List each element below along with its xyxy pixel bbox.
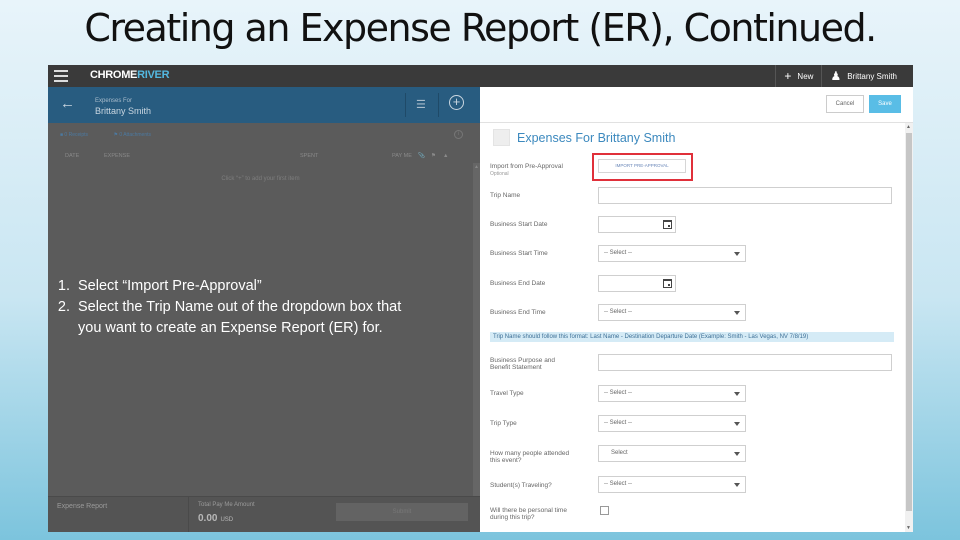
- end-date-label: Business End Date: [490, 280, 546, 287]
- submit-button[interactable]: Submit: [336, 503, 468, 521]
- top-bar: CHROMERIVER + New ♟ Brittany Smith: [48, 65, 913, 87]
- cancel-button[interactable]: Cancel: [826, 95, 864, 113]
- chrome-river-app: CHROMERIVER + New ♟ Brittany Smith ← Exp…: [48, 65, 913, 532]
- app-logo: CHROMERIVER: [90, 69, 170, 81]
- chevron-down-icon: [734, 311, 740, 315]
- attendees-select[interactable]: Select: [598, 445, 746, 462]
- new-button[interactable]: + New: [776, 65, 821, 87]
- chevron-down-icon: [734, 392, 740, 396]
- form-title: Expenses For Brittany Smith: [517, 131, 676, 145]
- end-date-input[interactable]: [598, 275, 676, 292]
- trip-type-select[interactable]: -- Select --: [598, 415, 746, 432]
- paperclip-icon: 📎: [418, 153, 425, 159]
- attendees-label: How many people attended this event?: [490, 450, 570, 464]
- menu-icon[interactable]: [54, 70, 68, 82]
- scroll-thumb[interactable]: [906, 133, 912, 511]
- start-time-select[interactable]: -- Select --: [598, 245, 746, 262]
- start-time-label: Business Start Time: [490, 250, 548, 257]
- expense-list-header: ← Expenses For Brittany Smith ☰ +: [48, 87, 480, 123]
- students-label: Student(s) Traveling?: [490, 482, 552, 489]
- add-expense-icon[interactable]: +: [449, 95, 464, 110]
- end-time-label: Business End Time: [490, 309, 546, 316]
- col-spent[interactable]: SPENT: [300, 153, 318, 159]
- trip-name-format-note: Trip Name should follow this format: Las…: [490, 332, 894, 342]
- receipts-filter[interactable]: ■ 0 Receipts: [60, 132, 100, 138]
- col-date[interactable]: DATE: [65, 153, 79, 159]
- attachments-filter[interactable]: ⚑ 0 Attachments: [113, 132, 163, 138]
- travel-type-label: Travel Type: [490, 390, 524, 397]
- info-icon[interactable]: i: [454, 130, 463, 139]
- chevron-down-icon: [734, 252, 740, 256]
- save-button[interactable]: Save: [869, 95, 901, 113]
- start-date-input[interactable]: [598, 216, 676, 233]
- form-action-bar: Cancel Save: [480, 87, 913, 123]
- instructions-list: Select “Import Pre-Approval” Select the …: [48, 276, 406, 339]
- expense-form-panel: Cancel Save Expenses For Brittany Smith …: [480, 87, 913, 532]
- col-pay-me[interactable]: PAY ME: [392, 153, 412, 159]
- scroll-up-icon[interactable]: ▲: [906, 124, 911, 130]
- import-label: Import from Pre-Approval Optional: [490, 163, 563, 177]
- expense-report-footer: Expense Report Total Pay Me Amount 0.00 U…: [48, 496, 480, 532]
- receipt-filters: ■ 0 Receipts ⚑ 0 Attachments: [60, 132, 175, 138]
- highlight-box: [592, 153, 693, 181]
- scroll-down-icon[interactable]: ▼: [906, 525, 911, 531]
- instruction-step-2: Select the Trip Name out of the dropdown…: [74, 297, 406, 339]
- expense-report-label: Expense Report: [57, 503, 108, 510]
- left-scrollbar[interactable]: ▲: [473, 163, 480, 532]
- chevron-down-icon: [734, 422, 740, 426]
- personal-time-checkbox[interactable]: [600, 506, 609, 515]
- header-subtitle: Expenses For: [95, 98, 133, 104]
- students-select[interactable]: -- Select --: [598, 476, 746, 493]
- slide-title: Creating an Expense Report (ER), Continu…: [84, 6, 877, 50]
- calendar-icon[interactable]: [663, 220, 672, 229]
- travel-type-select[interactable]: -- Select --: [598, 385, 746, 402]
- header-user-name: Brittany Smith: [95, 106, 152, 116]
- personal-time-label: Will there be personal time during this …: [490, 507, 567, 521]
- chevron-down-icon: [734, 452, 740, 456]
- end-time-select[interactable]: -- Select --: [598, 304, 746, 321]
- empty-list-hint: Click “+” to add your first item: [221, 176, 300, 182]
- flag-icon: ⚑: [431, 153, 436, 159]
- start-date-label: Business Start Date: [490, 221, 548, 228]
- plus-icon: +: [784, 69, 792, 83]
- trip-name-label: Trip Name: [490, 192, 521, 199]
- purpose-input[interactable]: [598, 354, 892, 371]
- total-pay-me-label: Total Pay Me Amount: [198, 502, 255, 508]
- chevron-down-icon: [734, 483, 740, 487]
- user-menu[interactable]: ♟ Brittany Smith: [822, 65, 905, 87]
- report-icon: [493, 129, 510, 146]
- calendar-icon[interactable]: [663, 279, 672, 288]
- back-arrow-icon[interactable]: ←: [60, 95, 75, 112]
- expense-column-headers: DATE EXPENSE SPENT PAY ME 📎 ⚑ ▲: [48, 153, 473, 163]
- instruction-step-1: Select “Import Pre-Approval”: [74, 276, 406, 297]
- purpose-label: Business Purpose and Benefit Statement: [490, 357, 556, 371]
- trip-name-input[interactable]: [598, 187, 892, 204]
- form-scrollbar[interactable]: ▲ ▼: [905, 123, 913, 532]
- total-pay-me-amount: 0.00 USD: [198, 513, 234, 524]
- user-icon: ♟: [830, 69, 842, 83]
- col-expense[interactable]: EXPENSE: [104, 153, 130, 159]
- trip-type-label: Trip Type: [490, 420, 517, 427]
- filter-icon[interactable]: ☰: [416, 98, 426, 111]
- top-bar-actions: + New ♟ Brittany Smith: [775, 65, 905, 87]
- warning-icon: ▲: [443, 153, 449, 159]
